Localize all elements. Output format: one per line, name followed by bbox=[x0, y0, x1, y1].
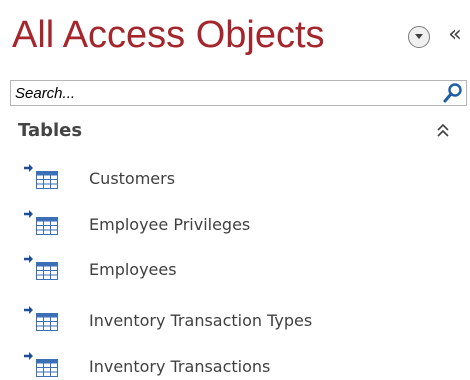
search-input[interactable] bbox=[11, 81, 431, 105]
group-header-tables[interactable]: Tables bbox=[10, 114, 467, 148]
list-item-label: Customers bbox=[89, 169, 176, 188]
table-icon bbox=[24, 255, 64, 285]
list-item-label: Employees bbox=[89, 260, 177, 279]
search-box bbox=[10, 80, 467, 106]
group-label: Tables bbox=[18, 120, 83, 141]
list-item-label: Inventory Transactions bbox=[89, 357, 271, 376]
list-item-label: Inventory Transaction Types bbox=[89, 311, 313, 330]
double-chevron-left-icon[interactable]: « bbox=[444, 21, 466, 49]
table-icon bbox=[24, 306, 64, 336]
list-item-label: Employee Privileges bbox=[89, 215, 251, 234]
list-item-inventory-transaction-types[interactable]: Inventory Transaction Types bbox=[0, 302, 470, 342]
table-icon bbox=[24, 164, 64, 194]
navigation-pane: All Access Objects « Tables bbox=[0, 0, 470, 380]
list-item-employee-privileges[interactable]: Employee Privileges bbox=[0, 206, 470, 246]
list-item-customers[interactable]: Customers bbox=[0, 160, 470, 200]
nav-pane-header: All Access Objects « bbox=[0, 0, 470, 78]
list-item-employees[interactable]: Employees bbox=[0, 251, 470, 291]
list-item-inventory-transactions[interactable]: Inventory Transactions bbox=[0, 348, 470, 380]
table-icon bbox=[24, 210, 64, 240]
table-icon bbox=[24, 352, 64, 380]
chevron-down-circle-icon[interactable] bbox=[408, 26, 430, 48]
nav-pane-title[interactable]: All Access Objects bbox=[12, 14, 325, 57]
double-chevron-up-icon[interactable] bbox=[435, 122, 451, 140]
search-icon[interactable] bbox=[442, 82, 464, 104]
